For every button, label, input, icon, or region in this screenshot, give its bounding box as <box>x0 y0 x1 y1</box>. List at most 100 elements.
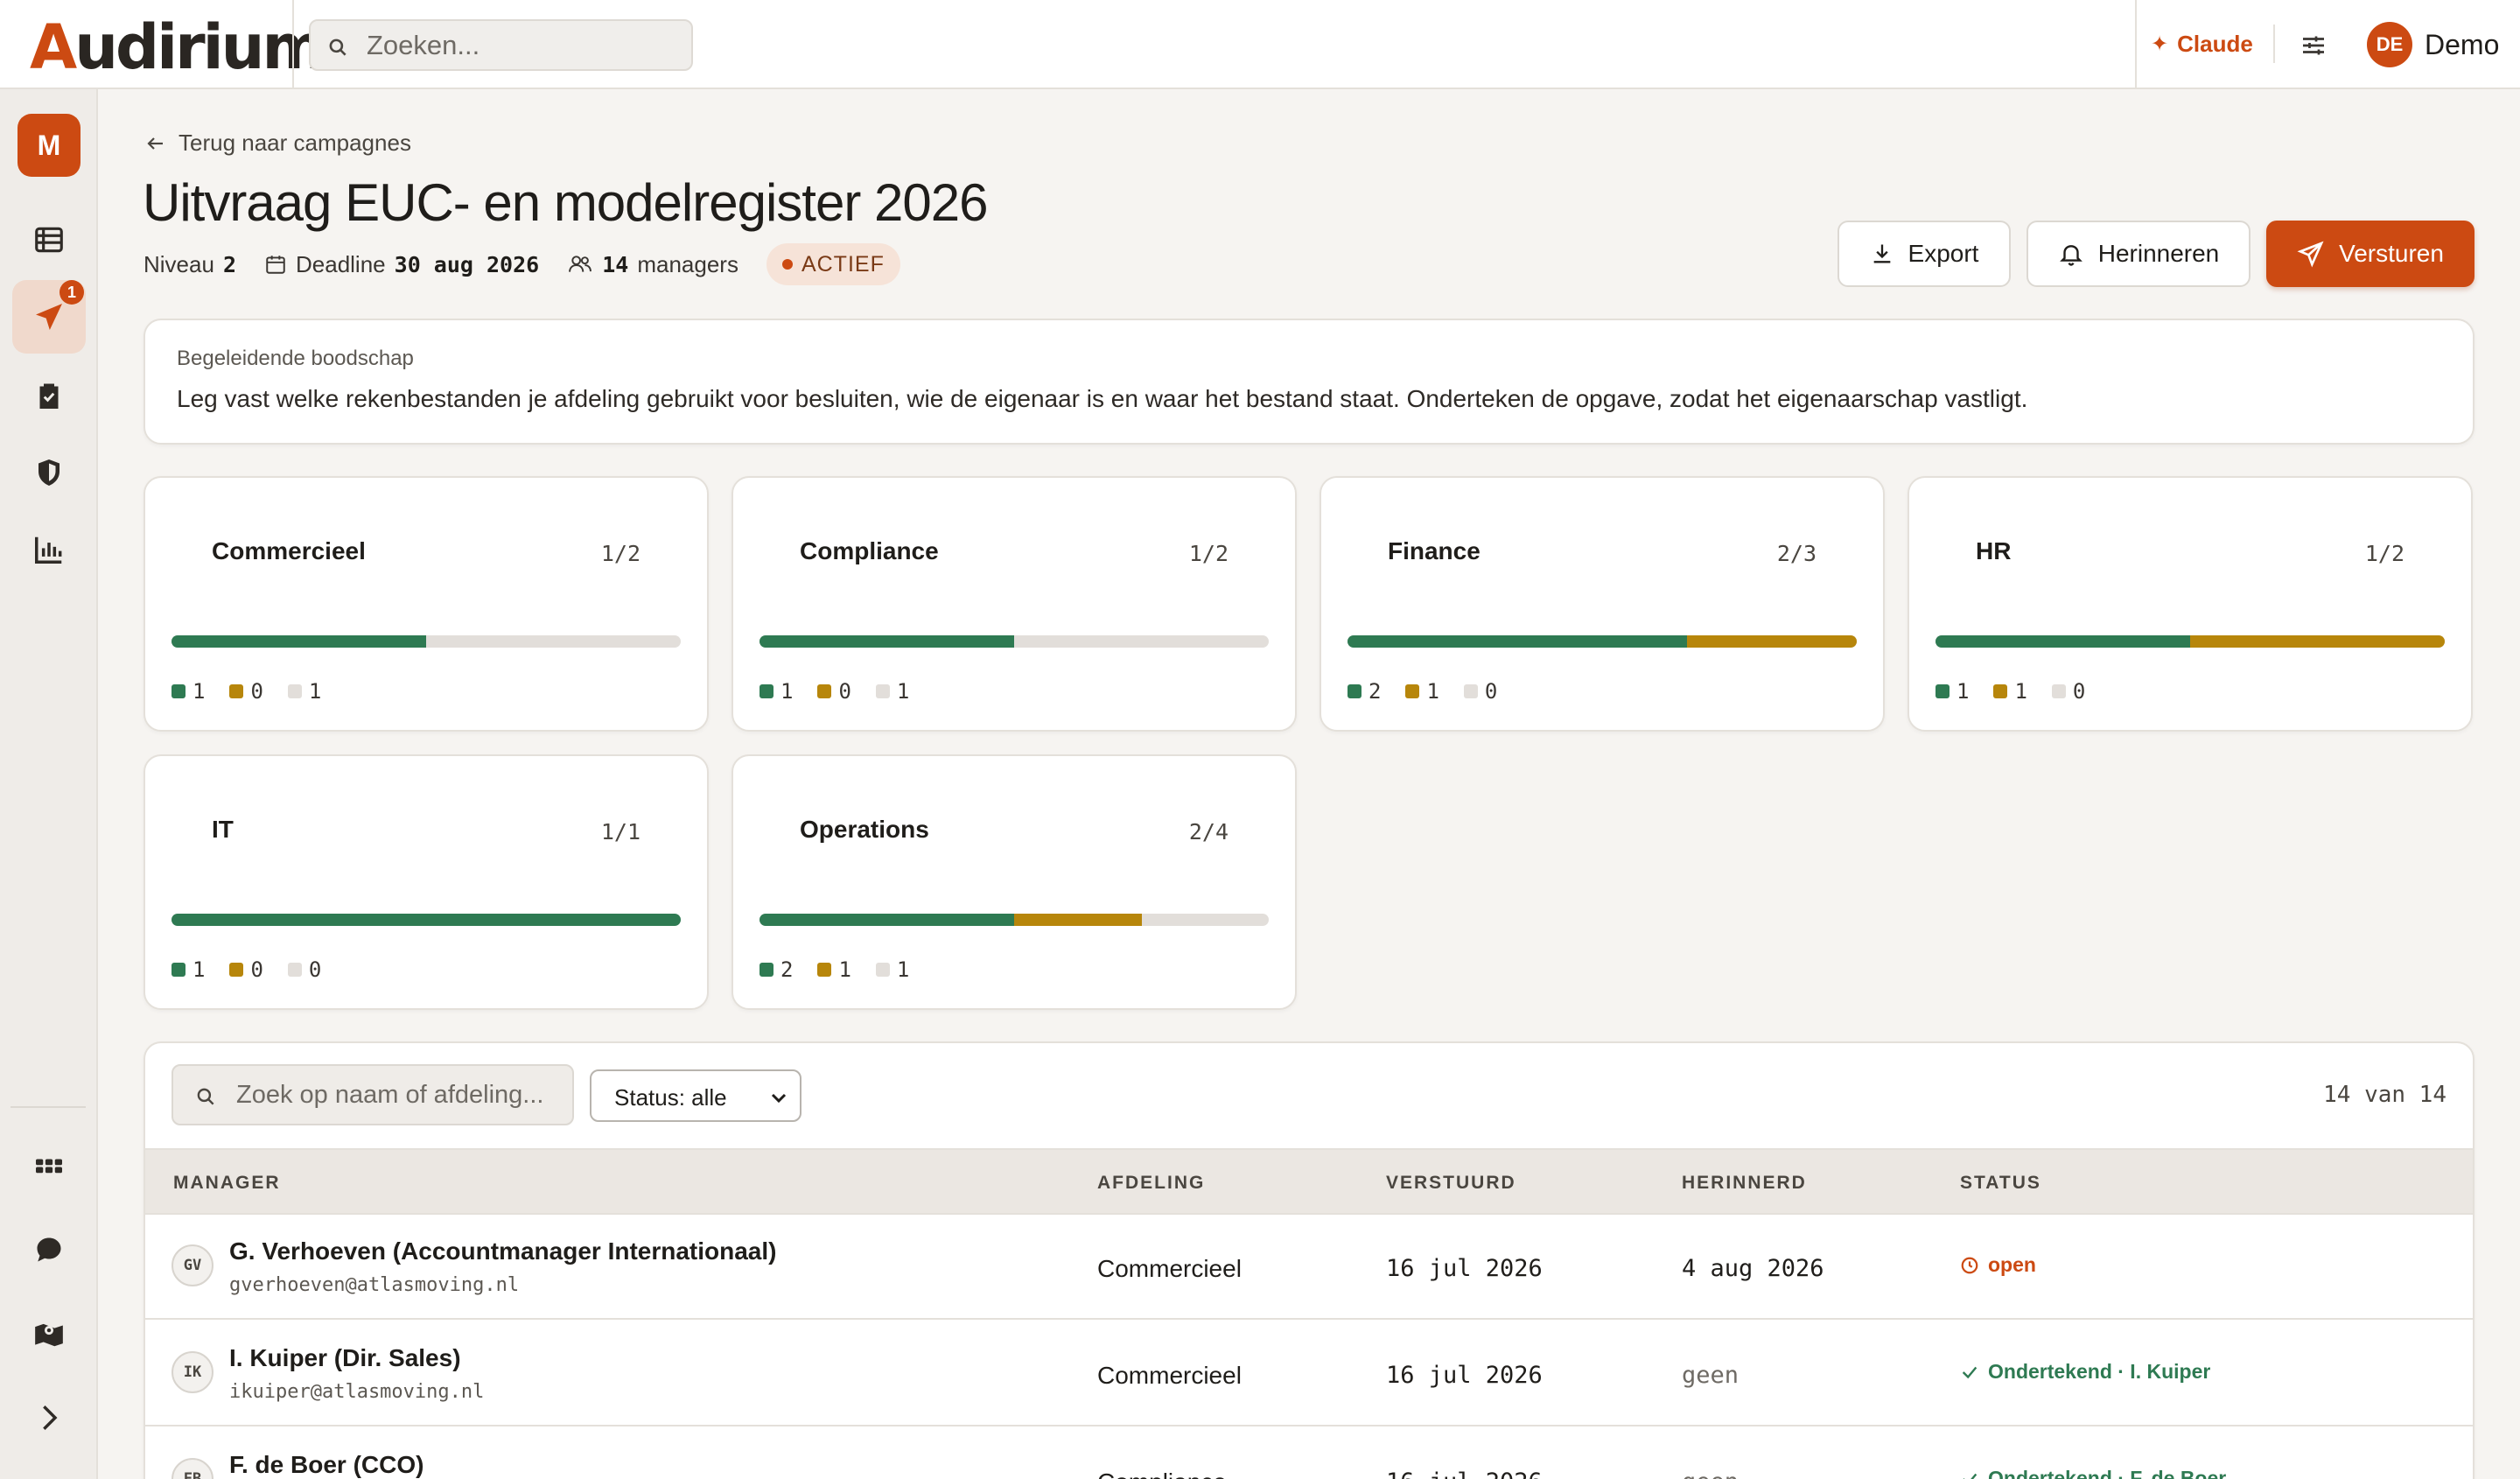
user-name: Demo <box>2425 28 2500 60</box>
legend-pending: 0 <box>229 679 263 704</box>
status-badge: ACTIEF <box>766 243 900 285</box>
managers-label: managers <box>637 250 738 277</box>
progress-bar <box>1348 635 1857 648</box>
settings-sliders-button[interactable] <box>2298 30 2329 61</box>
sidebar-item-reports[interactable] <box>12 513 86 586</box>
sidebar-item-messages[interactable] <box>12 1213 86 1286</box>
sidebar-item-tasks[interactable] <box>12 359 86 432</box>
legend-pending-count: 1 <box>1426 679 1439 704</box>
legend-signed-count: 1 <box>192 679 206 704</box>
legend-swatch <box>287 963 302 977</box>
department-card[interactable]: HR 1/2 1 1 0 <box>1908 476 2473 732</box>
manager-name[interactable]: I. Kuiper (Dir. Sales) <box>229 1344 461 1372</box>
deadline-info: Deadline 30 aug 2026 <box>264 251 539 278</box>
sent-date: 16 jul 2026 <box>1386 1468 1543 1479</box>
export-button[interactable]: Export <box>1838 221 2011 287</box>
progress-bar <box>1936 635 2445 648</box>
user-menu[interactable]: DE Demo <box>2367 22 2499 67</box>
legend-signed-count: 2 <box>780 957 794 982</box>
table-search-input[interactable]: Zoek op naam of afdeling... <box>172 1064 574 1125</box>
progress-legend: 2 1 0 <box>1348 679 1522 704</box>
reminded-date: geen <box>1682 1362 1740 1389</box>
department-card[interactable]: Finance 2/3 2 1 0 <box>1320 476 1885 732</box>
legend-signed: 1 <box>1936 679 1969 704</box>
column-header-manager[interactable]: MANAGER <box>173 1173 281 1194</box>
legend-open: 0 <box>1463 679 1498 704</box>
legend-signed: 1 <box>760 679 793 704</box>
column-header-department[interactable]: AFDELING <box>1097 1173 1205 1194</box>
legend-swatch <box>817 963 832 977</box>
column-header-status[interactable]: STATUS <box>1960 1173 2041 1194</box>
message-card: Begeleidende boodschap Leg vast welke re… <box>144 319 2474 445</box>
sidebar-item-register[interactable] <box>12 203 86 277</box>
department-card[interactable]: IT 1/1 1 0 0 <box>144 754 709 1010</box>
manager-name[interactable]: G. Verhoeven (Accountmanager Internation… <box>229 1237 776 1265</box>
search-icon <box>194 1085 217 1112</box>
legend-swatch <box>172 963 186 977</box>
progress-legend: 1 0 0 <box>172 957 346 982</box>
legend-open-count: 0 <box>1484 679 1498 704</box>
sidebar-expand-button[interactable] <box>12 1381 86 1454</box>
sidebar-item-map[interactable] <box>12 1297 86 1370</box>
table-header: MANAGER AFDELING VERSTUURD HERINNERD STA… <box>145 1148 2473 1215</box>
sent-date: 16 jul 2026 <box>1386 1255 1543 1282</box>
deadline-label: Deadline <box>296 250 386 277</box>
progress-signed <box>172 914 681 926</box>
department-cell: Compliance <box>1097 1468 1227 1479</box>
department-ratio: 1/2 <box>600 541 640 566</box>
department-card[interactable]: Operations 2/4 2 1 1 <box>732 754 1297 1010</box>
legend-swatch <box>1463 684 1478 698</box>
send-label: Versturen <box>2339 240 2444 267</box>
legend-swatch <box>229 684 244 698</box>
claude-button[interactable]: ✦ Claude <box>2151 26 2253 61</box>
legend-open-count: 0 <box>308 957 322 982</box>
level-value: 2 <box>222 251 236 277</box>
progress-bar <box>760 635 1269 648</box>
sidebar: M 1 <box>0 89 98 1479</box>
legend-swatch <box>287 684 302 698</box>
reminded-date: 4 aug 2026 <box>1682 1255 1824 1282</box>
legend-open: 1 <box>875 679 909 704</box>
global-search-input[interactable]: Zoeken... <box>309 19 693 71</box>
department-name: Commercieel <box>212 537 366 564</box>
org-switcher[interactable]: M <box>18 114 80 177</box>
legend-pending-count: 0 <box>250 957 263 982</box>
logo-rest: udirium <box>74 11 326 83</box>
table-row[interactable]: IK I. Kuiper (Dir. Sales) ikuiper@atlasmov… <box>145 1321 2473 1426</box>
legend-pending-count: 1 <box>838 957 851 982</box>
back-link[interactable]: Terug naar campagnes <box>145 130 411 157</box>
progress-legend: 1 0 1 <box>172 679 346 704</box>
download-icon <box>1873 244 1890 263</box>
legend-swatch <box>1936 684 1950 698</box>
status-dot <box>781 259 793 270</box>
department-card[interactable]: Compliance 1/2 1 0 1 <box>732 476 1297 732</box>
legend-signed: 2 <box>760 957 793 982</box>
avatar: FB <box>172 1458 214 1479</box>
sidebar-item-apps[interactable] <box>12 1129 86 1202</box>
column-header-sent[interactable]: VERSTUURD <box>1386 1173 1516 1194</box>
department-card[interactable]: Commercieel 1/2 1 0 1 <box>144 476 709 732</box>
legend-pending-count: 0 <box>838 679 851 704</box>
manager-name[interactable]: F. de Boer (CCO) <box>229 1451 424 1479</box>
page-title: Uitvraag EUC- en modelregister 2026 <box>143 173 988 232</box>
sidebar-item-campaigns[interactable]: 1 <box>12 280 86 354</box>
sidebar-item-security[interactable] <box>12 436 86 509</box>
app-logo[interactable]: Audirium <box>30 11 326 83</box>
status-filter-select[interactable]: Status: alle <box>590 1069 802 1122</box>
legend-swatch <box>1993 684 2008 698</box>
department-ratio: 1/2 <box>1188 541 1228 566</box>
managers-count: 14 <box>602 251 629 277</box>
manager-email: ikuiper@atlasmoving.nl <box>229 1381 485 1403</box>
column-header-reminded[interactable]: HERINNERD <box>1682 1173 1807 1194</box>
back-label: Terug naar campagnes <box>178 130 411 156</box>
divider <box>10 1106 86 1108</box>
legend-signed: 1 <box>172 957 205 982</box>
table-row[interactable]: FB F. de Boer (CCO) Compliance 16 jul 2026 g… <box>145 1428 2473 1479</box>
remind-button[interactable]: Herinneren <box>2026 221 2250 287</box>
legend-signed-count: 1 <box>780 679 794 704</box>
legend-swatch <box>172 684 186 698</box>
table-row[interactable]: GV G. Verhoeven (Accountmanager Internati… <box>145 1215 2473 1320</box>
progress-signed <box>172 635 426 648</box>
send-button[interactable]: Versturen <box>2266 221 2474 287</box>
legend-swatch <box>875 963 890 977</box>
